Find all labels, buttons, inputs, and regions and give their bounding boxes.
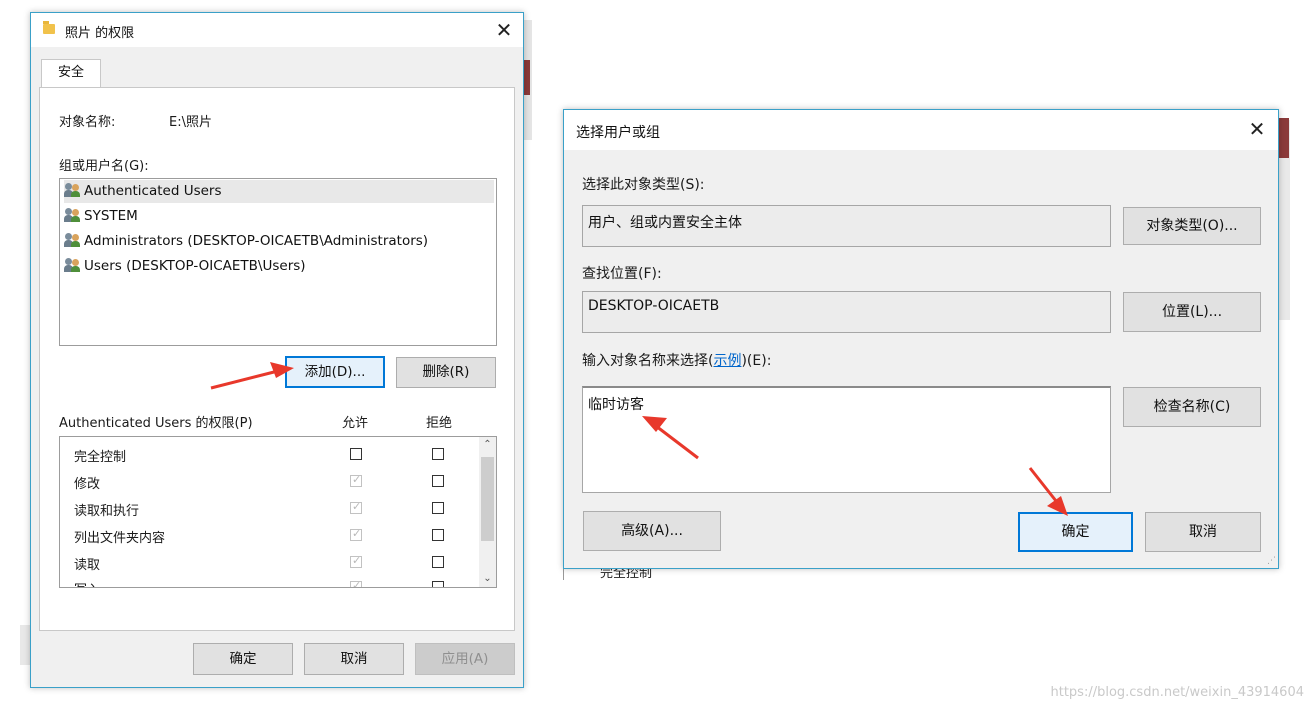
permission-name: 修改 xyxy=(74,477,101,492)
allow-header: 允许 xyxy=(342,416,369,431)
allow-checkbox[interactable] xyxy=(350,500,362,514)
title-bar: 选择用户或组 ✕ xyxy=(564,110,1278,150)
watermark: https://blog.csdn.net/weixin_43914604 xyxy=(1050,685,1304,700)
allow-checkbox[interactable] xyxy=(350,579,362,587)
permission-name: 完全控制 xyxy=(74,450,127,465)
resize-grip-icon[interactable]: ⋰ xyxy=(1267,557,1276,566)
object-name-label-prefix: 输入对象名称来选择( xyxy=(582,353,714,369)
object-name-input[interactable]: 临时访客 xyxy=(582,386,1111,493)
list-item[interactable]: Users (DESKTOP-OICAETB\Users) xyxy=(64,255,494,278)
allow-checkbox[interactable] xyxy=(350,554,362,568)
advanced-button[interactable]: 高级(A)... xyxy=(583,511,721,551)
background-window-red-edge xyxy=(523,60,530,95)
list-item[interactable]: SYSTEM xyxy=(64,205,494,228)
users-group-icon xyxy=(64,208,81,222)
permissions-dialog: 照片 的权限 ✕ 安全 对象名称: E:\照片 组或用户名(G): Authen… xyxy=(30,12,524,688)
object-name-label-suffix: )(E): xyxy=(741,353,772,369)
ok-button[interactable]: 确定 xyxy=(1018,512,1133,552)
deny-checkbox[interactable] xyxy=(432,475,444,487)
tab-security-label: 安全 xyxy=(57,65,84,80)
cancel-button[interactable]: 取消 xyxy=(1145,512,1261,552)
add-button[interactable]: 添加(D)... xyxy=(285,356,385,388)
permissions-list[interactable]: 完全控制 修改 读取和执行 列出文件夹内容 读取 写入 ⌃ ⌄ xyxy=(59,436,497,588)
object-name-label: 对象名称: xyxy=(59,115,116,130)
background-window-red-edge-2 xyxy=(1279,118,1289,158)
object-name-label: 输入对象名称来选择(示例)(E): xyxy=(582,350,771,370)
list-item-label: Administrators (DESKTOP-OICAETB\Administ… xyxy=(84,233,429,249)
permission-name: 读取 xyxy=(74,558,101,573)
deny-checkbox[interactable] xyxy=(432,529,444,541)
cancel-button[interactable]: 取消 xyxy=(304,643,404,675)
close-icon[interactable]: ✕ xyxy=(491,17,517,43)
apply-button[interactable]: 应用(A) xyxy=(415,643,515,675)
deny-checkbox[interactable] xyxy=(432,448,444,460)
chevron-up-icon[interactable]: ⌃ xyxy=(479,438,496,452)
object-name-value: E:\照片 xyxy=(169,115,212,130)
remove-button[interactable]: 删除(R) xyxy=(396,357,496,388)
permission-name: 列出文件夹内容 xyxy=(74,531,166,546)
list-item-label: Authenticated Users xyxy=(84,183,222,199)
allow-checkbox[interactable] xyxy=(350,527,362,541)
examples-link[interactable]: 示例 xyxy=(713,353,741,369)
security-panel: 对象名称: E:\照片 组或用户名(G): Authenticated User… xyxy=(39,87,515,631)
dialog-title: 照片 的权限 xyxy=(65,26,135,41)
allow-checkbox[interactable] xyxy=(350,473,362,487)
users-group-icon xyxy=(64,258,81,272)
object-type-field: 用户、组或内置安全主体 xyxy=(582,205,1111,247)
permission-name: 写入 xyxy=(74,579,100,587)
tab-security[interactable]: 安全 xyxy=(41,59,101,89)
deny-checkbox[interactable] xyxy=(432,502,444,514)
dialog-title: 选择用户或组 xyxy=(576,125,660,141)
allow-checkbox[interactable] xyxy=(350,448,362,460)
object-types-button[interactable]: 对象类型(O)... xyxy=(1123,207,1261,245)
list-item[interactable]: Authenticated Users xyxy=(64,180,494,203)
scrollbar[interactable]: ⌃ ⌄ xyxy=(479,437,496,587)
folder-icon xyxy=(43,21,55,34)
check-names-button[interactable]: 检查名称(C) xyxy=(1123,387,1261,427)
deny-header: 拒绝 xyxy=(426,416,453,431)
list-item-label: SYSTEM xyxy=(84,208,138,224)
location-label: 查找位置(F): xyxy=(582,266,662,282)
permission-name: 读取和执行 xyxy=(74,504,140,519)
close-icon[interactable]: ✕ xyxy=(1244,116,1270,142)
select-users-dialog: 选择用户或组 ✕ 选择此对象类型(S): 用户、组或内置安全主体 对象类型(O)… xyxy=(563,109,1279,569)
chevron-down-icon[interactable]: ⌄ xyxy=(479,572,496,586)
group-user-label: 组或用户名(G): xyxy=(59,159,149,174)
deny-checkbox[interactable] xyxy=(432,581,444,587)
location-field: DESKTOP-OICAETB xyxy=(582,291,1111,333)
user-list[interactable]: Authenticated Users SYSTEM Administrator… xyxy=(59,178,497,346)
ok-button[interactable]: 确定 xyxy=(193,643,293,675)
title-bar: 照片 的权限 ✕ xyxy=(31,13,523,47)
users-group-icon xyxy=(64,233,81,247)
list-item[interactable]: Administrators (DESKTOP-OICAETB\Administ… xyxy=(64,230,494,253)
scrollbar-thumb[interactable] xyxy=(481,457,494,541)
locations-button[interactable]: 位置(L)... xyxy=(1123,292,1261,332)
background-window-left xyxy=(0,0,30,560)
object-type-label: 选择此对象类型(S): xyxy=(582,177,705,193)
permissions-header: Authenticated Users 的权限(P) xyxy=(59,416,253,431)
deny-checkbox[interactable] xyxy=(432,556,444,568)
list-item-label: Users (DESKTOP-OICAETB\Users) xyxy=(84,258,306,274)
users-group-icon xyxy=(64,183,81,197)
